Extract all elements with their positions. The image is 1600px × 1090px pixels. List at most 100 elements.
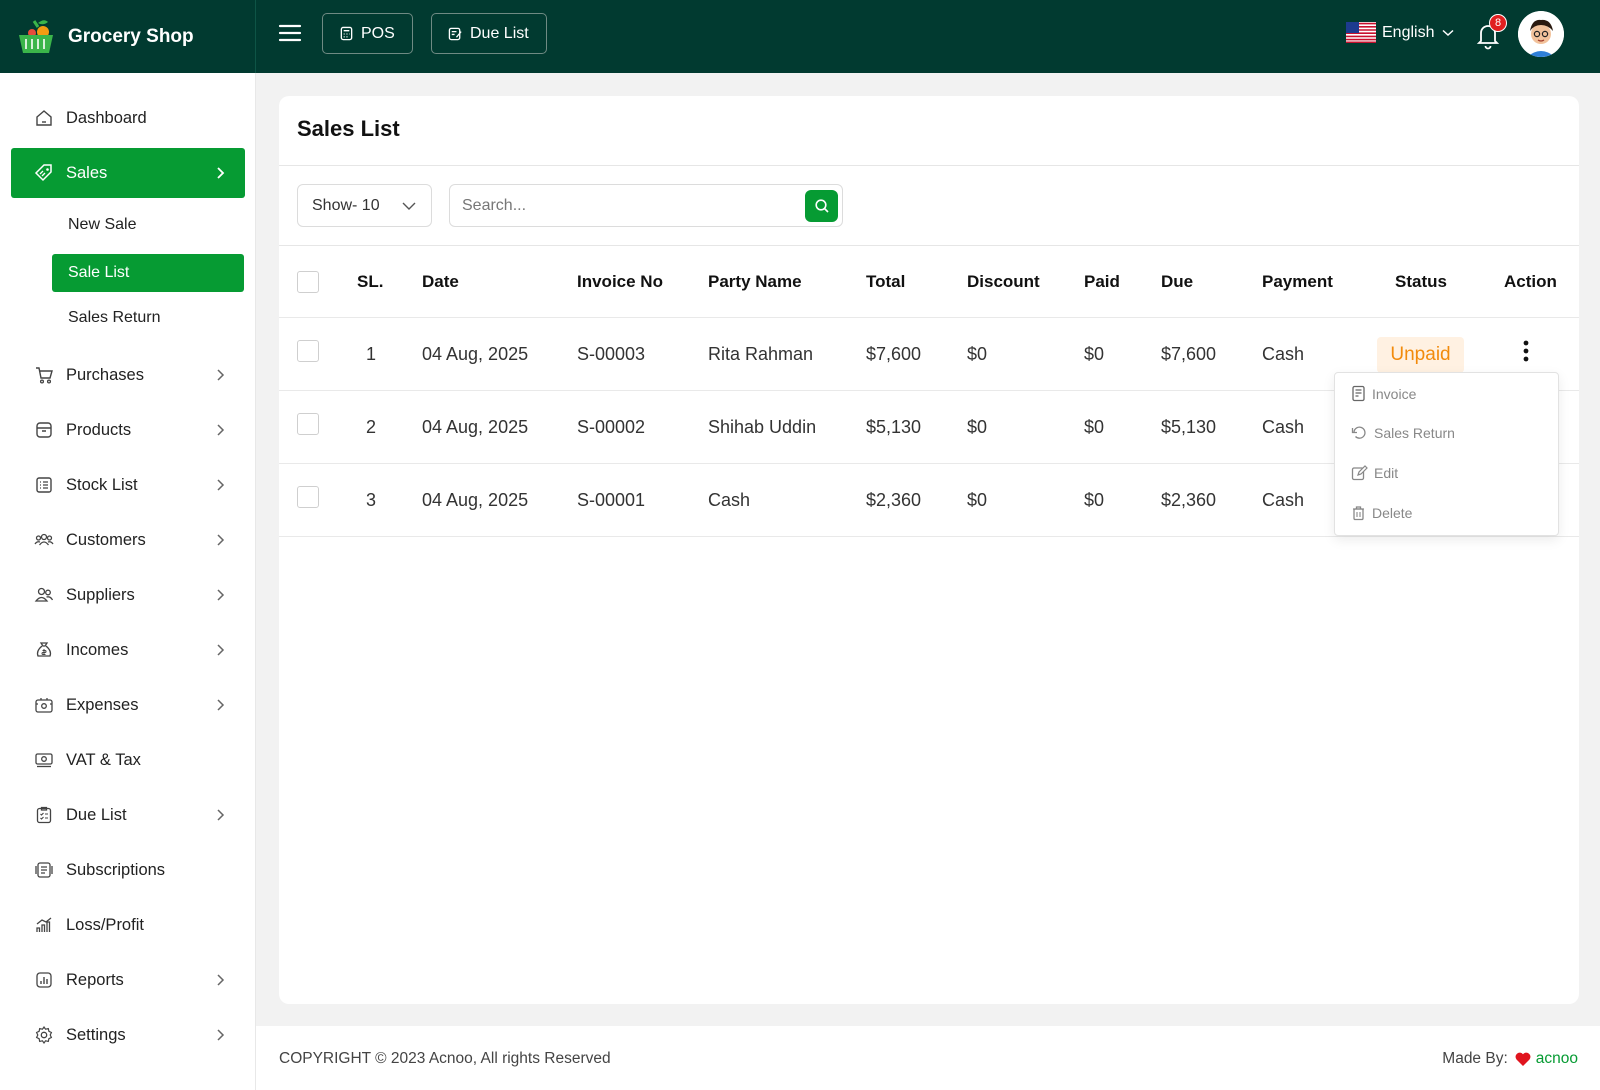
cell-invoice: S-00003: [577, 344, 646, 364]
copyright-text: COPYRIGHT © 2023 Acnoo, All rights Reser…: [279, 1050, 611, 1067]
more-vertical-icon[interactable]: [1520, 339, 1532, 365]
cell-payment: Cash: [1262, 490, 1305, 510]
trash-icon: [1351, 505, 1372, 521]
app-title: Grocery Shop: [68, 25, 194, 47]
cash-icon: [34, 750, 54, 770]
menu-item-delete[interactable]: Delete: [1351, 505, 1412, 521]
menu-item-invoice[interactable]: Invoice: [1351, 385, 1416, 402]
users-icon: [34, 585, 54, 605]
sidebar-item-label: Products: [66, 420, 132, 439]
pos-button[interactable]: POS: [322, 13, 413, 54]
sidebar-item-purchases[interactable]: Purchases: [11, 350, 245, 400]
cell-total: $5,130: [866, 417, 922, 437]
sidebar-item-suppliers[interactable]: Suppliers: [11, 570, 245, 620]
row-checkbox[interactable]: [297, 413, 319, 435]
chevron-right-icon: [212, 532, 228, 548]
box-icon: [34, 420, 54, 440]
calculator-icon: [339, 26, 361, 41]
sidebar-item-due-list[interactable]: Due List: [11, 790, 245, 840]
home-icon: [34, 108, 54, 128]
sidebar-item-label: Loss/Profit: [66, 915, 144, 934]
page-title: Sales List: [297, 116, 400, 141]
divider: [279, 536, 1579, 537]
sidebar-item-vat-tax[interactable]: VAT & Tax: [11, 735, 245, 785]
sidebar-item-customers[interactable]: Customers: [11, 515, 245, 565]
status-badge: Unpaid: [1377, 337, 1464, 373]
avatar[interactable]: [1518, 11, 1564, 57]
show-entries-select[interactable]: Show- 10: [297, 184, 432, 227]
sidebar-item-loss-profit[interactable]: Loss/Profit: [11, 900, 245, 950]
menu-item-sales-return[interactable]: Sales Return: [1351, 425, 1455, 441]
due-list-button[interactable]: Due List: [431, 13, 547, 54]
sidebar-subitem-sale-list[interactable]: Sale List: [52, 254, 244, 292]
sidebar-item-label: Due List: [66, 805, 127, 824]
menu-icon[interactable]: [277, 20, 303, 46]
pos-label: POS: [361, 24, 395, 42]
wallet-icon: [34, 695, 54, 715]
sidebar-item-incomes[interactable]: Incomes: [11, 625, 245, 675]
divider: [279, 245, 1579, 246]
column-header-status: Status: [1395, 272, 1447, 291]
sidebar-item-label: Incomes: [66, 640, 129, 659]
cell-payment: Cash: [1262, 344, 1305, 364]
row-checkbox[interactable]: [297, 340, 319, 362]
subscription-icon: [34, 860, 54, 880]
column-header-payment: Payment: [1262, 272, 1333, 291]
sidebar-item-sales[interactable]: Sales: [11, 148, 245, 198]
cell-payment: Cash: [1262, 417, 1305, 437]
sidebar-subitem-sales-return[interactable]: Sales Return: [52, 299, 244, 337]
sidebar-item-label: Sales Return: [68, 309, 161, 326]
sidebar-subitem-new-sale[interactable]: New Sale: [52, 206, 244, 244]
column-header-action: Action: [1504, 272, 1557, 291]
cell-party: Cash: [708, 490, 751, 510]
search-input[interactable]: [462, 194, 792, 218]
menu-item-label: Delete: [1372, 505, 1413, 521]
column-header-date: Date: [422, 272, 459, 291]
cell-sl: 2: [366, 417, 377, 437]
sidebar-item-label: New Sale: [68, 216, 137, 233]
sidebar-item-dashboard[interactable]: Dashboard: [11, 93, 245, 143]
sidebar-item-label: Stock List: [66, 475, 138, 494]
search-button[interactable]: [805, 190, 838, 222]
cell-discount: $0: [967, 344, 988, 364]
chevron-right-icon: [212, 367, 228, 383]
brand[interactable]: Grocery Shop: [0, 0, 256, 73]
language-selector[interactable]: English: [1346, 22, 1454, 43]
cell-sl: 1: [366, 344, 377, 364]
language-label: English: [1382, 23, 1435, 41]
cell-total: $7,600: [866, 344, 922, 364]
sidebar-item-reports[interactable]: Reports: [11, 955, 245, 1005]
sidebar-item-settings[interactable]: Settings: [11, 1010, 245, 1060]
chevron-right-icon: [212, 697, 228, 713]
divider: [279, 317, 1579, 318]
bar-chart-icon: [34, 915, 54, 935]
action-menu: Invoice Sales Return Edit Delete: [1334, 372, 1559, 536]
sidebar-item-subscriptions[interactable]: Subscriptions: [11, 845, 245, 895]
show-entries-value: Show- 10: [312, 196, 380, 214]
row-checkbox[interactable]: [297, 486, 319, 508]
select-all-checkbox[interactable]: [297, 271, 319, 293]
cell-invoice: S-00002: [577, 417, 646, 437]
cell-date: 04 Aug, 2025: [422, 490, 529, 510]
due-list-label: Due List: [470, 24, 529, 42]
menu-item-label: Edit: [1374, 465, 1399, 481]
made-by: Made By: acnoo: [1442, 1050, 1578, 1068]
sidebar-item-stock-list[interactable]: Stock List: [11, 460, 245, 510]
column-header-due: Due: [1161, 272, 1194, 291]
cell-total: $2,360: [866, 490, 922, 510]
sidebar-item-products[interactable]: Products: [11, 405, 245, 455]
brand-link[interactable]: acnoo: [1536, 1050, 1578, 1068]
edit-icon: [1351, 465, 1374, 481]
footer: COPYRIGHT © 2023 Acnoo, All rights Reser…: [256, 1026, 1600, 1090]
heart-icon: [1514, 1051, 1532, 1067]
divider: [279, 165, 1579, 166]
sidebar-item-label: Sales: [66, 163, 108, 182]
sidebar-item-label: Settings: [66, 1025, 126, 1044]
menu-item-edit[interactable]: Edit: [1351, 465, 1398, 481]
notification-badge: 8: [1489, 14, 1507, 32]
column-header-invoice: Invoice No: [577, 272, 663, 291]
sidebar-item-label: Subscriptions: [66, 860, 166, 879]
sidebar-item-expenses[interactable]: Expenses: [11, 680, 245, 730]
sidebar-item-label: Suppliers: [66, 585, 135, 604]
undo-icon: [1351, 425, 1374, 441]
